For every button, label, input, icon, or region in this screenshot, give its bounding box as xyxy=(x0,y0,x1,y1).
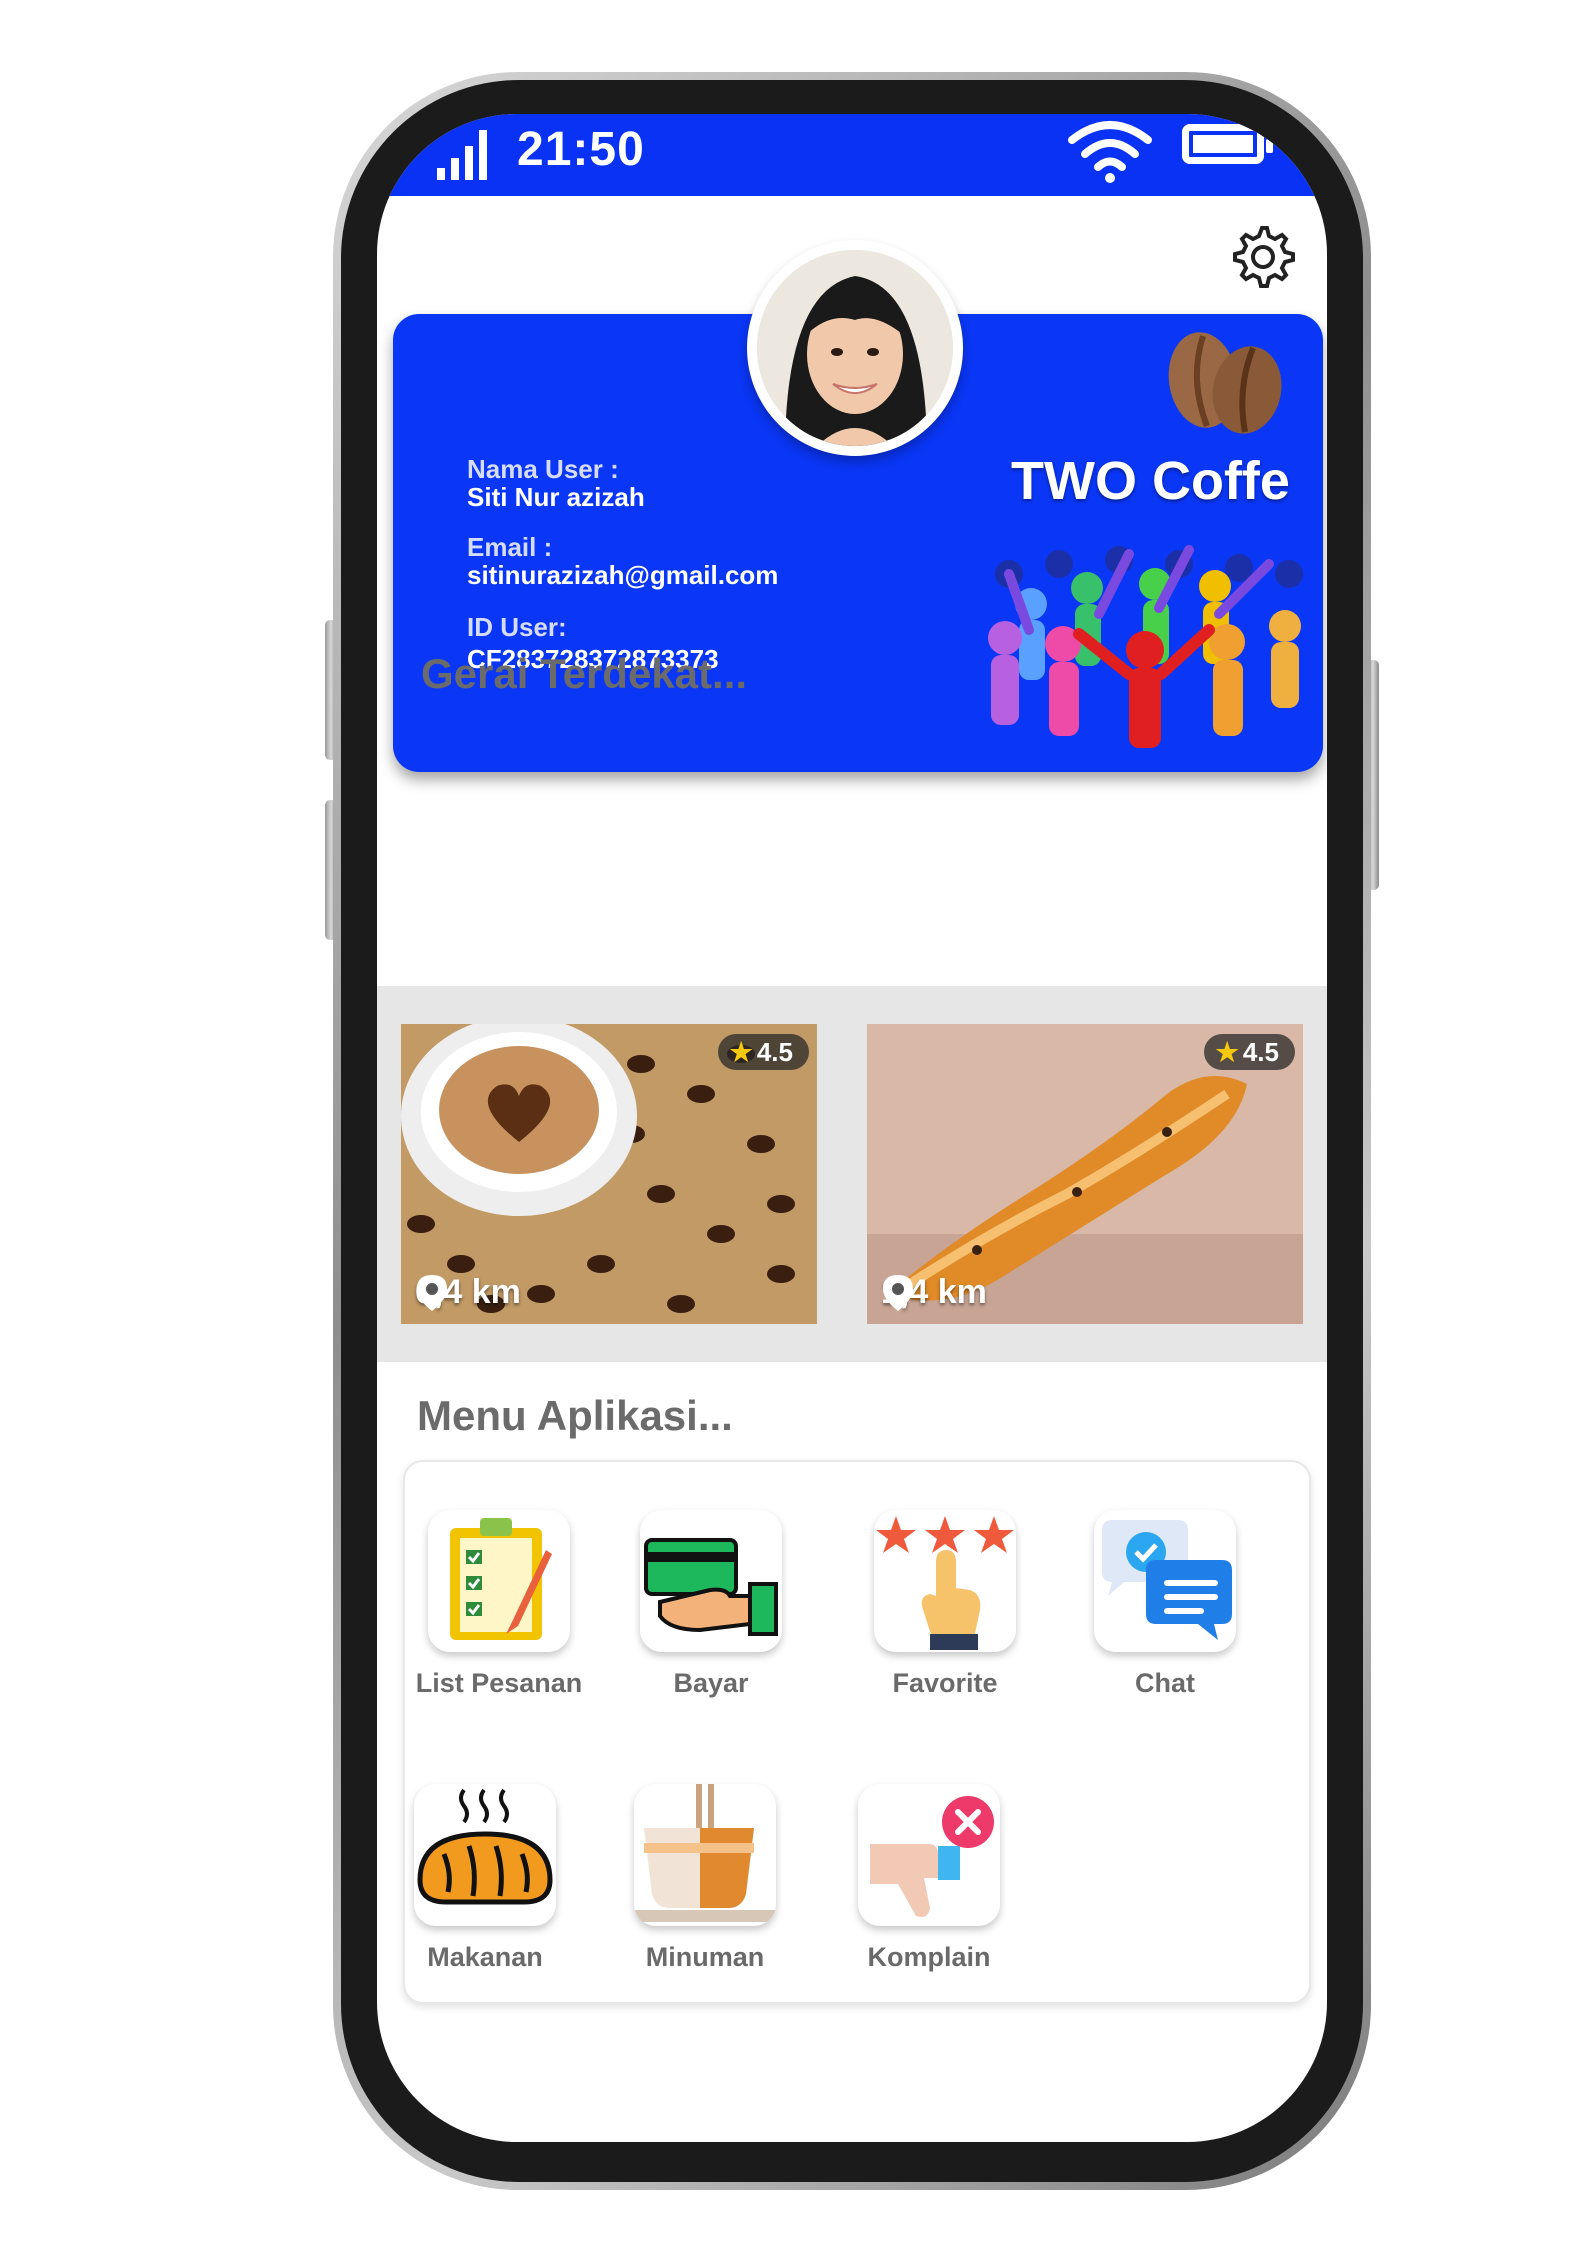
favorite-star-icon xyxy=(874,1510,1016,1652)
phone-bezel: 21:50 TWO Coffe Nama User: Siti Nur azi… xyxy=(341,80,1363,2182)
user-avatar[interactable] xyxy=(747,240,963,456)
coffee-beans-icon xyxy=(1168,332,1282,434)
store-card-bread[interactable]: ★ 4.5 1,4 km xyxy=(867,1024,1303,1324)
name-label: Nama User : xyxy=(467,454,619,484)
settings-gear-icon[interactable] xyxy=(1227,222,1297,292)
id-label: ID User: xyxy=(467,612,567,642)
store-distance: 0,4 km xyxy=(415,1273,521,1312)
wifi-icon xyxy=(1068,121,1152,183)
signal-icon xyxy=(437,130,487,180)
store-rating-value: 4.5 xyxy=(756,1037,793,1067)
menu-item-label: Favorite xyxy=(892,1668,998,1698)
community-illustration xyxy=(988,545,1303,748)
store-rating-value: 4.5 xyxy=(1242,1037,1279,1067)
menu-item-komplain[interactable]: Komplain xyxy=(839,1784,1019,1973)
payment-icon xyxy=(640,1510,782,1652)
battery-icon xyxy=(1182,124,1273,164)
menu-item-list-pesanan[interactable]: List Pesanan xyxy=(409,1510,589,1699)
menu-item-favorite[interactable]: Favorite xyxy=(855,1510,1035,1699)
menu-item-label: Bayar xyxy=(673,1668,749,1698)
phone-frame: 21:50 TWO Coffe Nama User: Siti Nur azi… xyxy=(333,72,1371,2190)
nearby-section-title: Gerai Terdekat... xyxy=(421,650,748,697)
menu-item-label: Minuman xyxy=(645,1942,765,1972)
bread-icon xyxy=(414,1784,556,1926)
menu-item-bayar[interactable]: Bayar xyxy=(621,1510,801,1699)
menu-item-makanan[interactable]: Makanan xyxy=(395,1784,575,1973)
star-icon: ★ xyxy=(1215,1037,1239,1067)
store-rating-badge: ★ 4.5 xyxy=(1203,1034,1295,1070)
drink-icon xyxy=(634,1784,776,1926)
status-bar: 21:50 xyxy=(377,114,1327,196)
menu-item-chat[interactable]: Chat xyxy=(1075,1510,1255,1699)
status-time: 21:50 xyxy=(517,123,645,176)
user-email: sitinurazizah@gmail.com xyxy=(467,560,779,590)
location-pin-icon xyxy=(417,1275,447,1311)
email-label: Email : xyxy=(467,532,553,562)
chat-icon xyxy=(1094,1510,1236,1652)
user-name: Siti Nur azizah xyxy=(467,482,645,512)
menu-item-label: Chat xyxy=(1135,1668,1195,1698)
location-pin-icon xyxy=(883,1275,913,1311)
checklist-icon xyxy=(428,1510,570,1652)
menu-item-minuman[interactable]: Minuman xyxy=(615,1784,795,1973)
nearby-stores-strip: ★ 4.5 0,4 km ★ 4.5 1,4 km xyxy=(377,986,1327,1362)
menu-section-title: Menu Aplikasi... xyxy=(417,1392,733,1439)
menu-panel: List Pesanan Bayar Favorite Chat Makanan… xyxy=(403,1460,1311,2004)
store-distance: 1,4 km xyxy=(881,1273,987,1312)
store-rating-badge: ★ 4.5 xyxy=(717,1034,809,1070)
complaint-icon xyxy=(858,1784,1000,1926)
menu-item-label: Komplain xyxy=(867,1942,991,1972)
brand-title: TWO Coffe xyxy=(1011,451,1290,511)
user-photo xyxy=(757,250,953,446)
store-card-coffee[interactable]: ★ 4.5 0,4 km xyxy=(401,1024,817,1324)
menu-item-label: List Pesanan xyxy=(415,1668,583,1698)
star-icon: ★ xyxy=(729,1037,753,1067)
app-screen: 21:50 TWO Coffe Nama User: Siti Nur azi… xyxy=(377,114,1327,2142)
menu-item-label: Makanan xyxy=(427,1942,543,1972)
